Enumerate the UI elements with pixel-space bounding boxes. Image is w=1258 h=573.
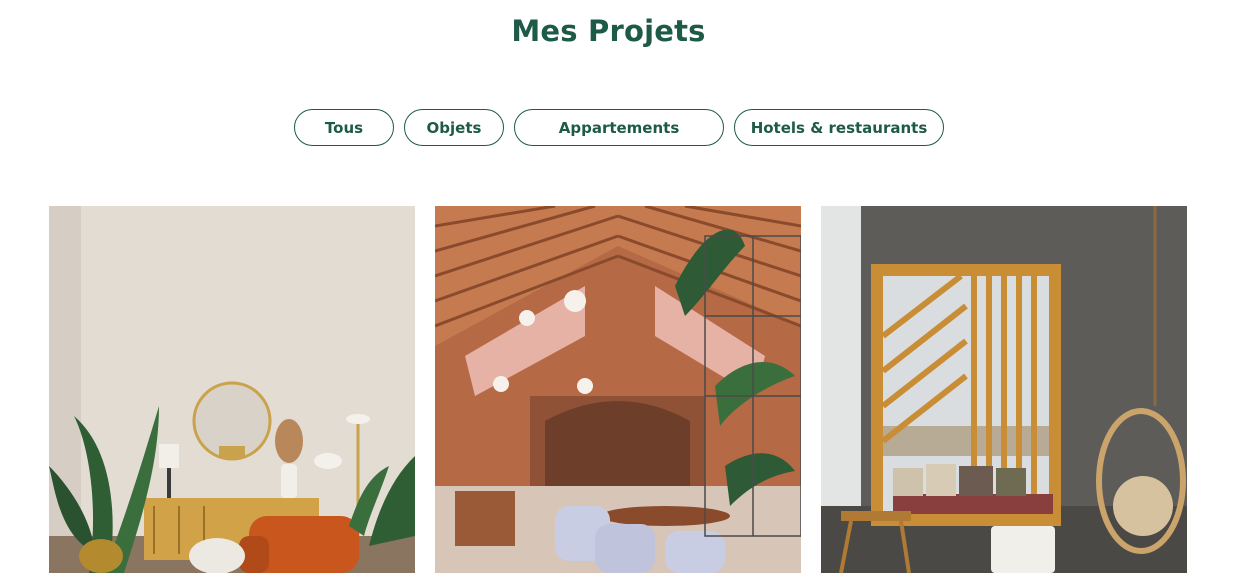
filter-all-button[interactable]: Tous bbox=[294, 109, 394, 146]
project-filters: Tous Objets Appartements Hotels & restau… bbox=[294, 109, 944, 146]
restaurant-interior-photo bbox=[435, 206, 801, 573]
hotel-lounge-photo bbox=[821, 206, 1187, 573]
filter-hotels-restaurants-button[interactable]: Hotels & restaurants bbox=[734, 109, 944, 146]
filter-objects-button[interactable]: Objets bbox=[404, 109, 504, 146]
filter-apartments-button[interactable]: Appartements bbox=[514, 109, 724, 146]
living-room-photo bbox=[49, 206, 415, 573]
project-card[interactable] bbox=[821, 206, 1187, 573]
page-title: Mes Projets bbox=[511, 14, 706, 48]
project-card[interactable] bbox=[435, 206, 801, 573]
project-card[interactable] bbox=[49, 206, 415, 573]
project-gallery bbox=[49, 206, 1187, 573]
